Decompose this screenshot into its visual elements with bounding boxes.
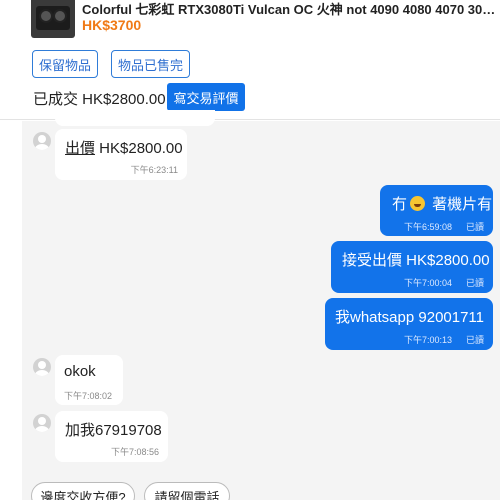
message-text-part: 冇 (392, 196, 408, 213)
left-rail (0, 121, 22, 500)
message-bubble: okok 下午7:08:02 (55, 355, 123, 405)
read-status: 已讀 (465, 222, 484, 232)
message-text: okok (64, 363, 96, 380)
listing-price: HK$3700 (82, 17, 142, 33)
quick-reply-phone[interactable]: 請留個電話 (144, 482, 230, 500)
avatar[interactable] (33, 414, 51, 432)
message-time: 下午7:00:13 (404, 335, 453, 345)
message-time: 下午6:59:08 (404, 222, 453, 232)
message-text: 接受出價 HK$2800.00 (342, 252, 490, 269)
message-text: 冇 著機片有 (392, 193, 492, 214)
message-bubble: 冇 著機片有 下午6:59:08 已讀 (380, 185, 493, 236)
message-bubble: 我whatsapp 92001711 下午7:00:13 已讀 (325, 298, 493, 350)
avatar[interactable] (33, 132, 51, 150)
listing-title[interactable]: Colorful 七彩虹 RTX3080Ti Vulcan OC 火神 not … (82, 0, 500, 18)
deal-status: 已成交 HK$2800.00 (33, 91, 166, 108)
message-time: 下午7:00:04 (404, 278, 453, 288)
grinning-face-with-sweat-emoji (410, 196, 426, 211)
message-text: 加我67919708 (65, 422, 162, 439)
message-bubble-partial (55, 110, 215, 126)
message-bubble: 出價 HK$2800.00 下午6:23:11 (55, 129, 187, 180)
avatar[interactable] (33, 358, 51, 376)
message-text: 出價 HK$2800.00 (65, 137, 183, 158)
write-review-button[interactable]: 寫交易評價 (167, 83, 245, 111)
offer-amount: HK$2800.00 (95, 140, 183, 157)
fan-graphic (39, 9, 53, 23)
keep-item-button[interactable]: 保留物品 (32, 50, 98, 78)
message-time: 下午7:08:56 (110, 447, 159, 457)
listing-header: Colorful 七彩虹 RTX3080Ti Vulcan OC 火神 not … (0, 0, 500, 120)
offer-link[interactable]: 出價 (65, 140, 95, 157)
read-status: 已讀 (465, 278, 484, 288)
read-status: 已讀 (465, 335, 484, 345)
message-time: 下午7:08:02 (64, 391, 113, 401)
message-bubble: 加我67919708 下午7:08:56 (55, 411, 168, 462)
message-time: 下午6:23:11 (130, 165, 178, 175)
message-text: 我whatsapp 92001711 (335, 309, 485, 326)
message-text-part: 著機片有 (428, 196, 493, 213)
fan-graphic (53, 9, 67, 23)
message-bubble: 接受出價 HK$2800.00 下午7:00:04 已讀 (331, 241, 493, 293)
item-sold-button[interactable]: 物品已售完 (111, 50, 190, 78)
quick-reply-delivery[interactable]: 邊度交收方便? (31, 482, 135, 500)
product-thumbnail[interactable] (31, 0, 75, 38)
